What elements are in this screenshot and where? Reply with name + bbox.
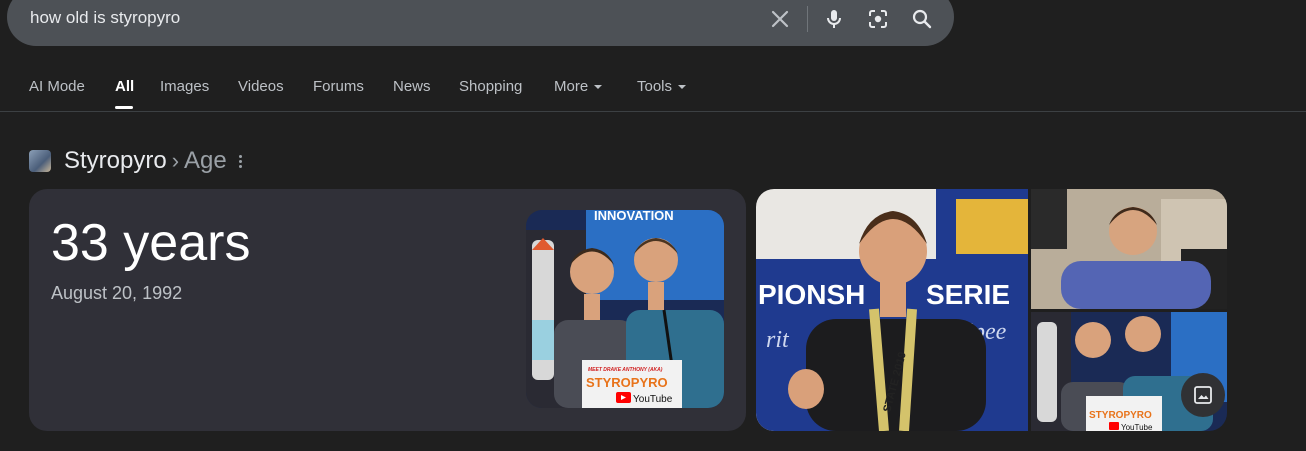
image-gallery: PIONSH SERIE rit Spee STATE 2019 STYROPY…	[756, 189, 1227, 431]
photo-platform-text-small: YouTube	[1121, 423, 1153, 431]
tab-shopping[interactable]: Shopping	[459, 78, 522, 95]
chevron-down-icon	[678, 85, 687, 90]
tab-more-label: More	[554, 78, 589, 95]
entity-thumbnail[interactable]	[29, 150, 51, 172]
sign-script-left: rit	[766, 327, 790, 353]
tab-tools-label: Tools	[637, 78, 673, 95]
tab-ai-mode[interactable]: AI Mode	[29, 78, 85, 95]
photo-brand-text: STYROPYRO	[586, 375, 668, 390]
sign-text-right: SERIE	[926, 279, 1010, 310]
answer-photo[interactable]: INNOVATION MEET DRAKE ANTHONY (AKA) STYR…	[526, 210, 724, 408]
birth-date: August 20, 1992	[51, 283, 183, 303]
entity-name[interactable]: Styropyro	[64, 147, 167, 175]
attribute-name: Age	[184, 147, 227, 174]
gallery-image-top[interactable]	[1031, 189, 1227, 309]
photo-banner-text: INNOVATION	[594, 210, 674, 223]
photo-platform-text: YouTube	[633, 394, 673, 405]
tab-all[interactable]: All	[115, 78, 134, 95]
breadcrumb-separator: ›	[171, 148, 180, 173]
gallery-image-main[interactable]: PIONSH SERIE rit Spee STATE 2019	[756, 189, 1028, 431]
sign-text-left: PIONSH	[758, 279, 865, 310]
answer-value: 33 years	[51, 214, 251, 272]
answer-breadcrumb: Styropyro › Age	[29, 146, 243, 176]
tab-more[interactable]: More	[554, 78, 603, 95]
tab-forums[interactable]: Forums	[313, 78, 364, 95]
active-tab-indicator	[115, 106, 133, 109]
answer-card: 33 years August 20, 1992 INNOVATION MEET…	[29, 189, 746, 431]
image-icon[interactable]	[1181, 373, 1225, 417]
more-vert-icon[interactable]	[238, 154, 243, 168]
tab-news[interactable]: News	[393, 78, 431, 95]
photo-meet-text: MEET DRAKE ANTHONY (AKA)	[588, 367, 663, 373]
tab-images[interactable]: Images	[160, 78, 209, 95]
photo-brand-text-small: STYROPYRO	[1089, 410, 1152, 421]
tab-tools[interactable]: Tools	[637, 78, 687, 95]
tab-videos[interactable]: Videos	[238, 78, 284, 95]
search-tabs: AI Mode All Images Videos Forums News Sh…	[0, 0, 1306, 112]
chevron-down-icon	[594, 85, 603, 90]
